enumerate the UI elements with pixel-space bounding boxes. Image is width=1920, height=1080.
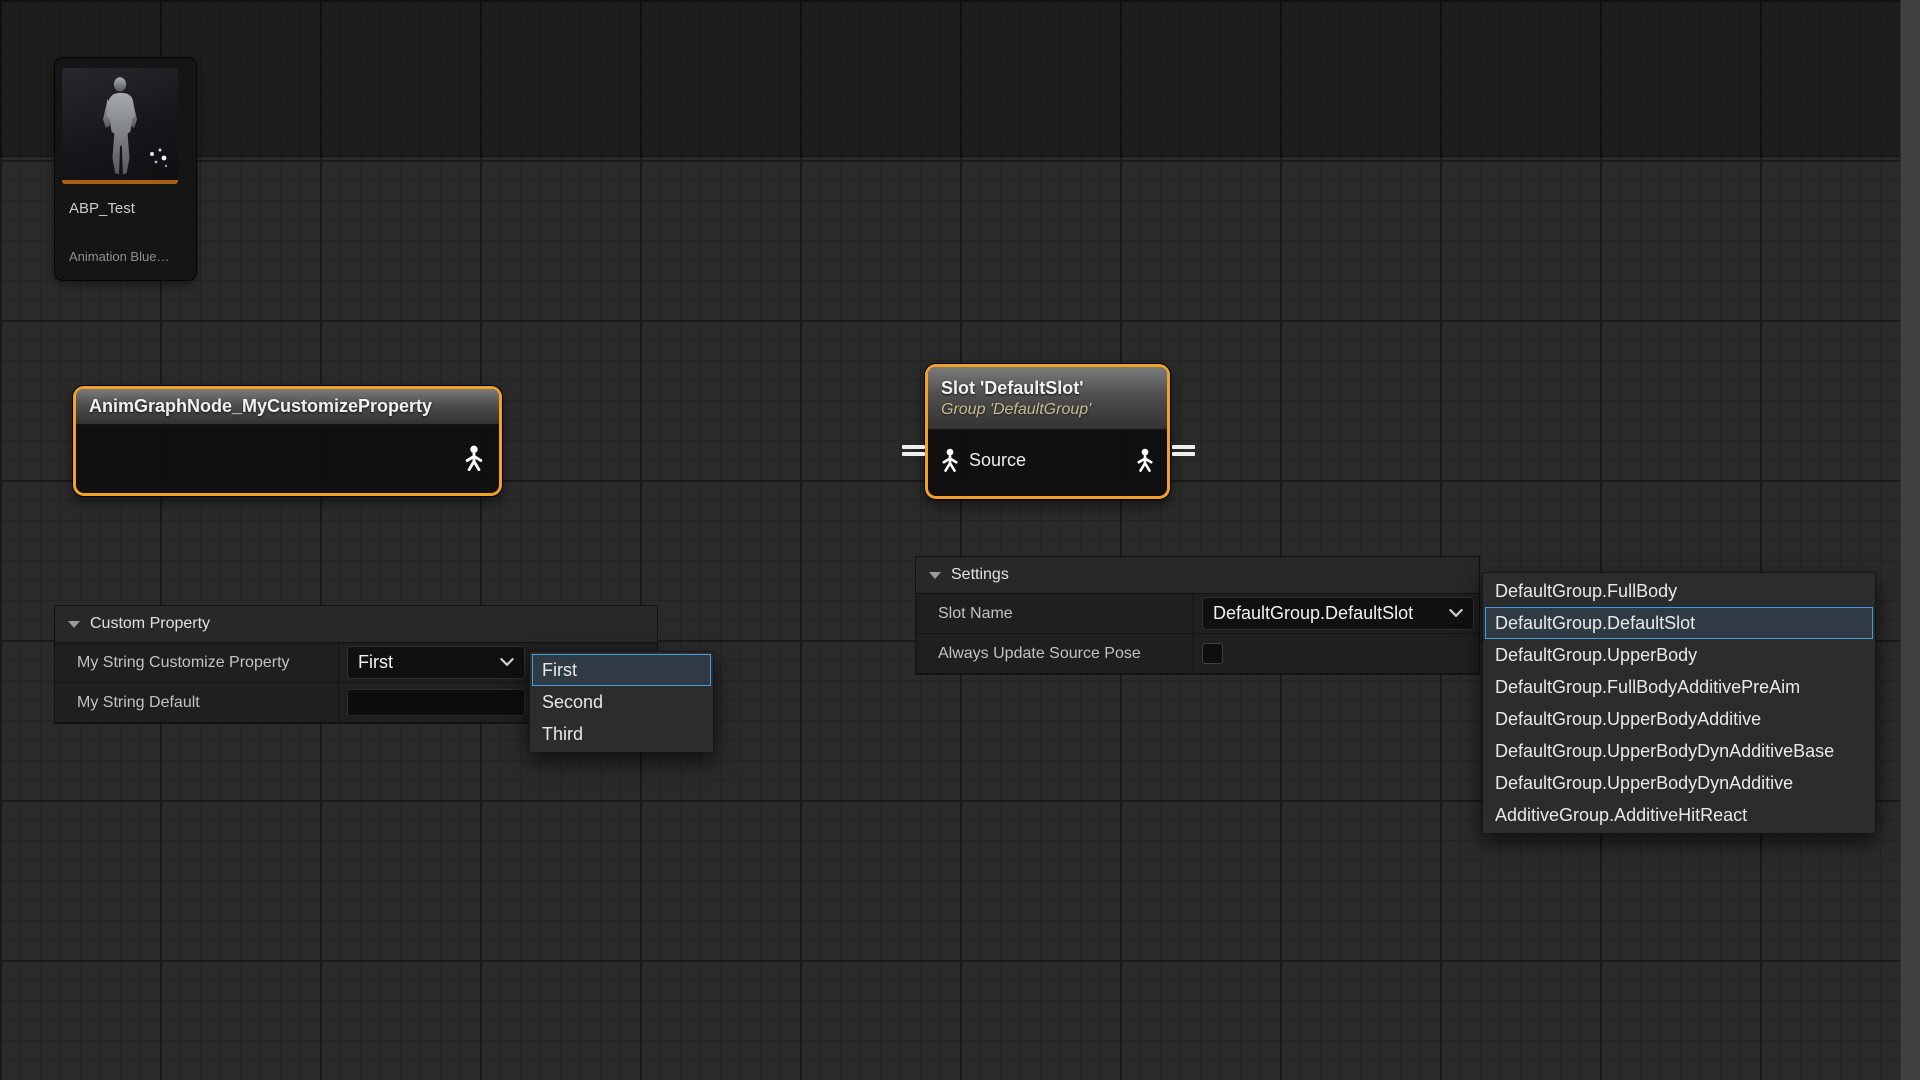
asset-card-abp-test[interactable]: ABP_Test Animation Blue… xyxy=(55,58,196,280)
triangle-down-icon xyxy=(68,621,80,628)
my-string-default-input[interactable] xyxy=(347,689,525,716)
graph-top-shade xyxy=(0,0,1920,157)
always-update-source-pose-checkbox[interactable] xyxy=(1202,643,1223,664)
menu-item-upperbodyadditive[interactable]: DefaultGroup.UpperBodyAdditive xyxy=(1485,703,1873,735)
blueprint-graph-canvas[interactable] xyxy=(0,0,1920,1080)
source-input-pin-person-icon[interactable] xyxy=(940,448,960,472)
mannequin-figure-icon xyxy=(91,74,149,178)
slot-name-dropdown[interactable]: DefaultGroup.DefaultSlot xyxy=(1202,597,1474,630)
property-value-cell xyxy=(1194,634,1479,673)
section-title: Settings xyxy=(951,566,1009,584)
triangle-down-icon xyxy=(929,572,941,579)
property-label: My String Default xyxy=(55,683,339,722)
node-header[interactable]: AnimGraphNode_MyCustomizeProperty xyxy=(76,389,499,425)
my-string-customize-property-dropdown[interactable]: First xyxy=(347,646,525,679)
node-title: AnimGraphNode_MyCustomizeProperty xyxy=(89,396,486,417)
menu-item-upperbody[interactable]: DefaultGroup.UpperBody xyxy=(1485,639,1873,671)
asset-type-label: Animation Blue… xyxy=(69,249,169,264)
property-value-cell: DefaultGroup.DefaultSlot xyxy=(1194,594,1479,633)
wire-stub-right xyxy=(1172,452,1195,456)
menu-item-upperbodydynadditive[interactable]: DefaultGroup.UpperBodyDynAdditive xyxy=(1485,767,1873,799)
node-title: Slot 'DefaultSlot' xyxy=(941,378,1154,399)
source-pin-label: Source xyxy=(969,450,1026,471)
node-slot-defaultslot[interactable]: Slot 'DefaultSlot' Group 'DefaultGroup' … xyxy=(925,364,1170,499)
custom-property-dropdown-menu: First Second Third xyxy=(529,651,714,753)
pose-output-pin-person-icon[interactable] xyxy=(1135,448,1155,472)
property-label: Always Update Source Pose xyxy=(916,634,1194,673)
menu-item-second[interactable]: Second xyxy=(532,686,711,718)
wire-stub-left xyxy=(902,445,925,449)
row-slot-name: Slot Name DefaultGroup.DefaultSlot xyxy=(916,594,1479,634)
section-title: Custom Property xyxy=(90,615,210,633)
wire-stub-left xyxy=(902,452,925,456)
settings-panel: Settings Slot Name DefaultGroup.DefaultS… xyxy=(916,557,1479,674)
chevron-down-icon xyxy=(1449,609,1463,618)
property-label: Slot Name xyxy=(916,594,1194,633)
asset-title: ABP_Test xyxy=(69,200,135,217)
menu-item-first[interactable]: First xyxy=(532,654,711,686)
graph-right-edge-strip xyxy=(1900,0,1920,1080)
pose-output-pin-person-icon[interactable] xyxy=(463,445,485,471)
node-body xyxy=(76,425,499,490)
node-header[interactable]: Slot 'DefaultSlot' Group 'DefaultGroup' xyxy=(928,367,1167,430)
slot-name-dropdown-menu: DefaultGroup.FullBody DefaultGroup.Defau… xyxy=(1482,572,1876,834)
wire-stub-right xyxy=(1172,445,1195,449)
dropdown-value: First xyxy=(358,652,393,673)
chevron-down-icon xyxy=(500,658,514,667)
property-label: My String Customize Property xyxy=(55,643,339,682)
dropdown-value: DefaultGroup.DefaultSlot xyxy=(1213,603,1413,624)
menu-item-additivehitreact[interactable]: AdditiveGroup.AdditiveHitReact xyxy=(1485,799,1873,831)
menu-item-fullbodyadditivepreaim[interactable]: DefaultGroup.FullBodyAdditivePreAim xyxy=(1485,671,1873,703)
asset-thumbnail xyxy=(62,68,178,184)
node-subtitle: Group 'DefaultGroup' xyxy=(941,401,1154,419)
custom-property-section-header[interactable]: Custom Property xyxy=(55,606,657,643)
sparkle-icon xyxy=(144,144,174,174)
node-body: Source xyxy=(928,430,1167,490)
row-always-update-source-pose: Always Update Source Pose xyxy=(916,634,1479,674)
menu-item-defaultslot[interactable]: DefaultGroup.DefaultSlot xyxy=(1485,607,1873,639)
settings-section-header[interactable]: Settings xyxy=(916,557,1479,594)
asset-color-stripe xyxy=(62,180,178,184)
menu-item-third[interactable]: Third xyxy=(532,718,711,750)
menu-item-upperbodydynadditivebase[interactable]: DefaultGroup.UpperBodyDynAdditiveBase xyxy=(1485,735,1873,767)
node-animgraphnode-mycustomizeproperty[interactable]: AnimGraphNode_MyCustomizeProperty xyxy=(73,386,502,496)
menu-item-fullbody[interactable]: DefaultGroup.FullBody xyxy=(1485,575,1873,607)
